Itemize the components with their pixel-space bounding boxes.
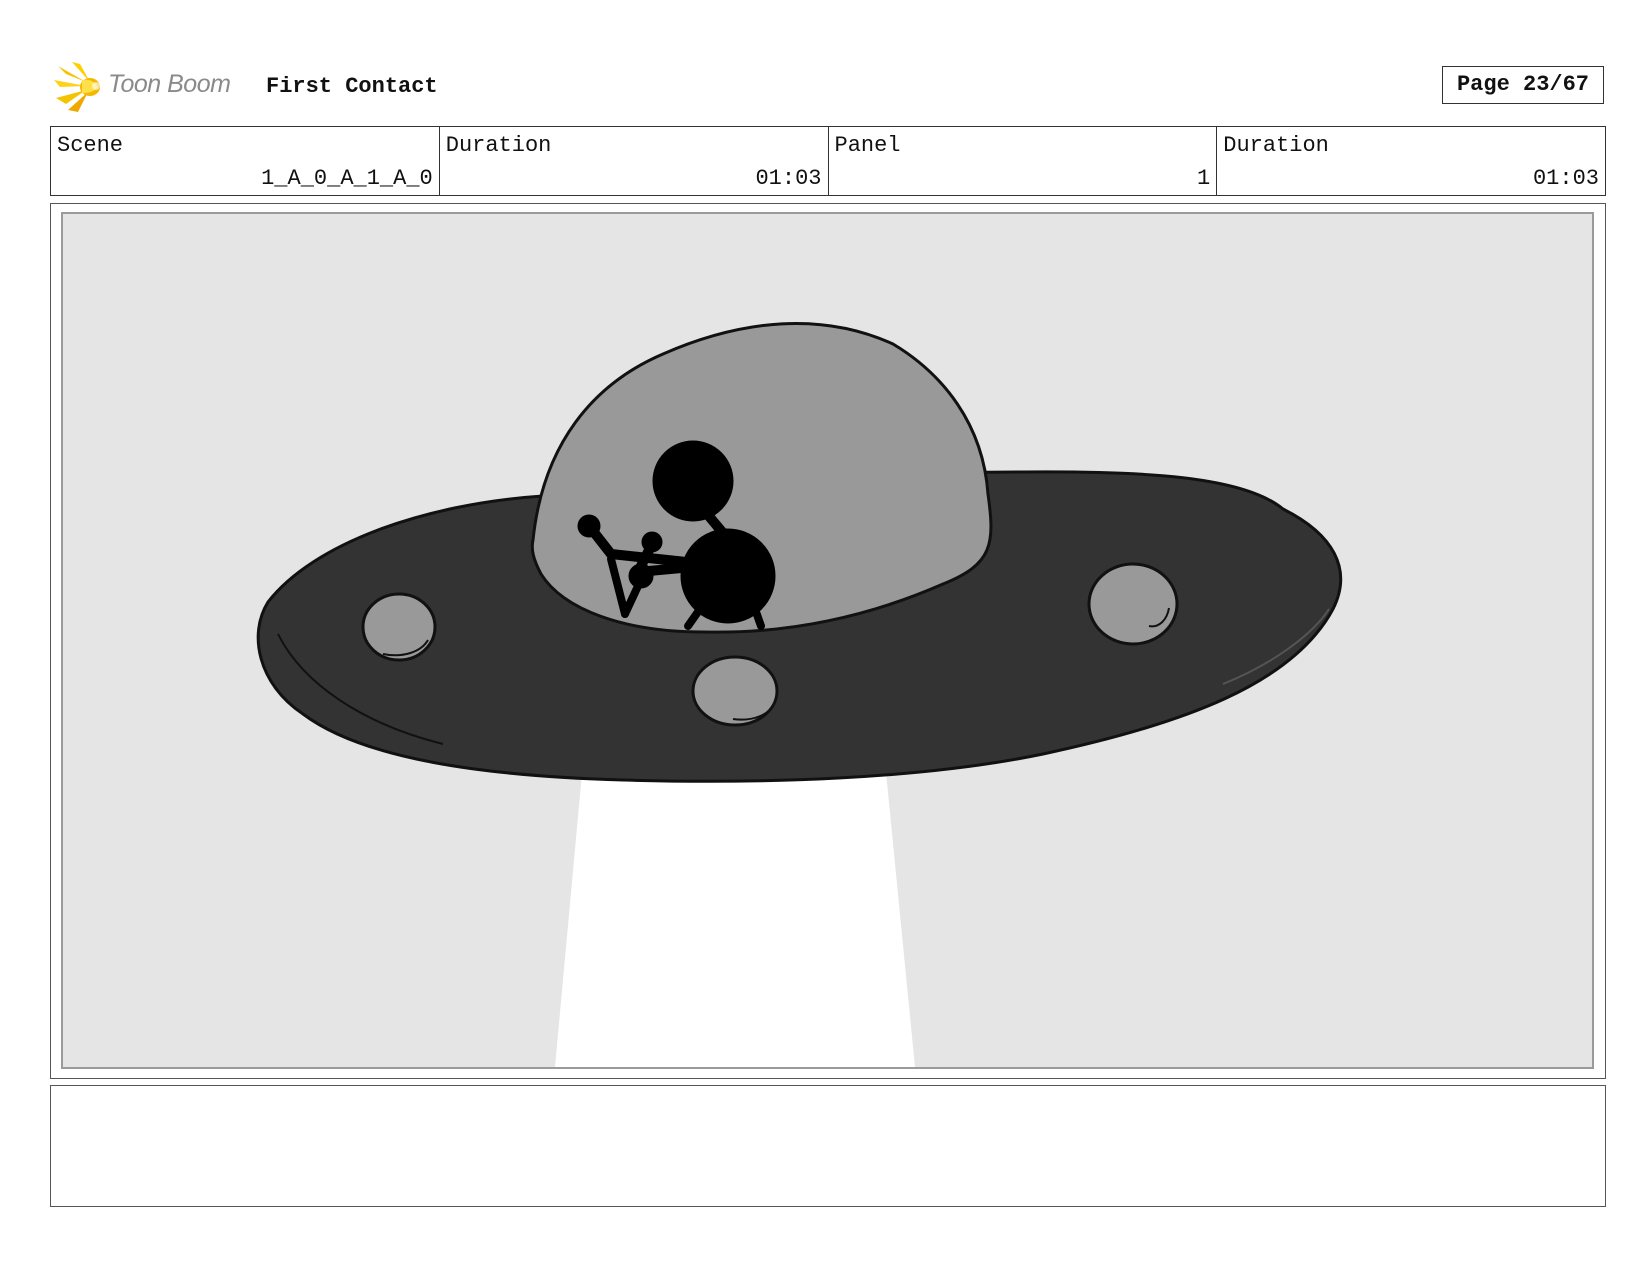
scene-cell: Scene 1_A_0_A_1_A_0 <box>51 127 440 195</box>
scene-label: Scene <box>57 133 124 158</box>
scene-duration-value: 01:03 <box>755 166 822 191</box>
scene-duration-cell: Duration 01:03 <box>440 127 829 195</box>
project-title: First Contact <box>266 74 438 99</box>
scene-duration-label: Duration <box>445 133 552 158</box>
panel-duration-label: Duration <box>1223 133 1329 158</box>
toon-boom-logo: Toon Boom <box>52 60 252 114</box>
panel-duration-cell: Duration 01:03 <box>1217 127 1605 195</box>
porthole-right <box>1087 562 1179 646</box>
scene-info-table: Scene 1_A_0_A_1_A_0 Duration 01:03 Panel… <box>50 126 1606 196</box>
panel-label: Panel <box>834 133 901 158</box>
panel-notes-box[interactable] <box>50 1085 1606 1207</box>
panel-cell: Panel 1 <box>829 127 1218 195</box>
scene-value: 1_A_0_A_1_A_0 <box>261 166 433 191</box>
page-counter: Page 23/67 <box>1442 66 1604 104</box>
logo-wordmark: Toon Boom <box>108 70 231 98</box>
tractor-beam <box>555 762 915 1067</box>
ufo-drawing <box>256 321 1343 1067</box>
porthole-left <box>361 592 437 662</box>
starburst-logo-icon <box>54 62 100 112</box>
panel-value: 1 <box>1197 166 1211 191</box>
panel-duration-value: 01:03 <box>1532 166 1599 191</box>
panel-drawing-area <box>61 212 1594 1069</box>
storyboard-panel[interactable] <box>50 203 1606 1079</box>
